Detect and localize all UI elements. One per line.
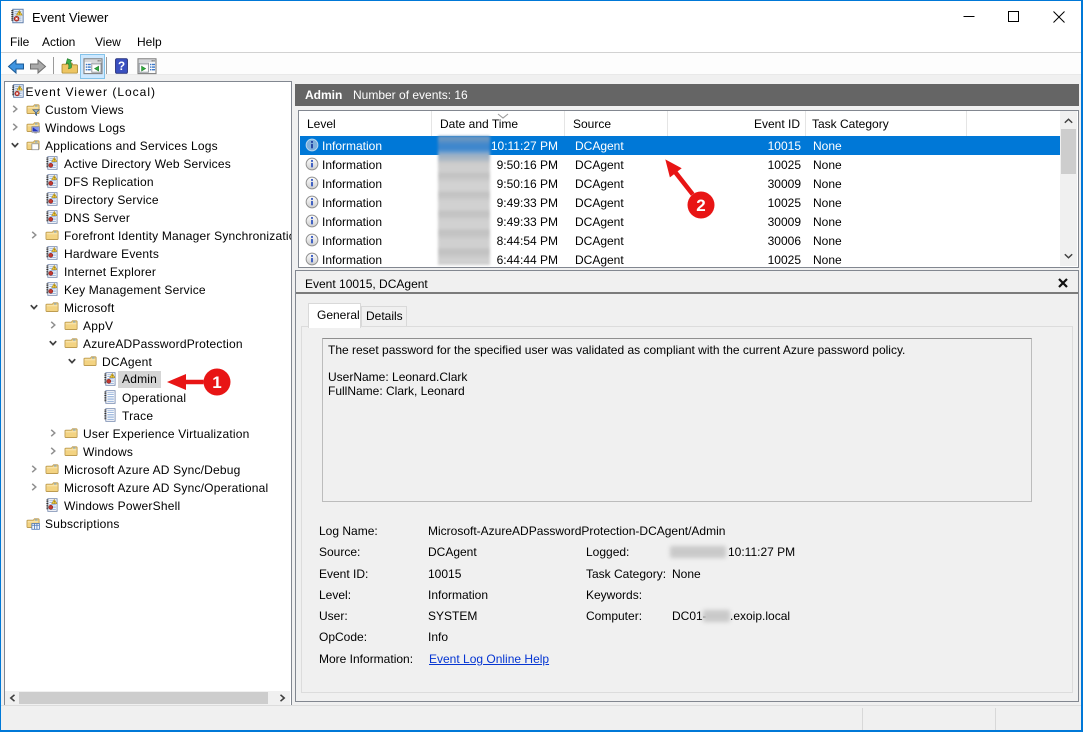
svg-text:2: 2 (696, 196, 705, 215)
svg-text:1: 1 (212, 373, 221, 392)
